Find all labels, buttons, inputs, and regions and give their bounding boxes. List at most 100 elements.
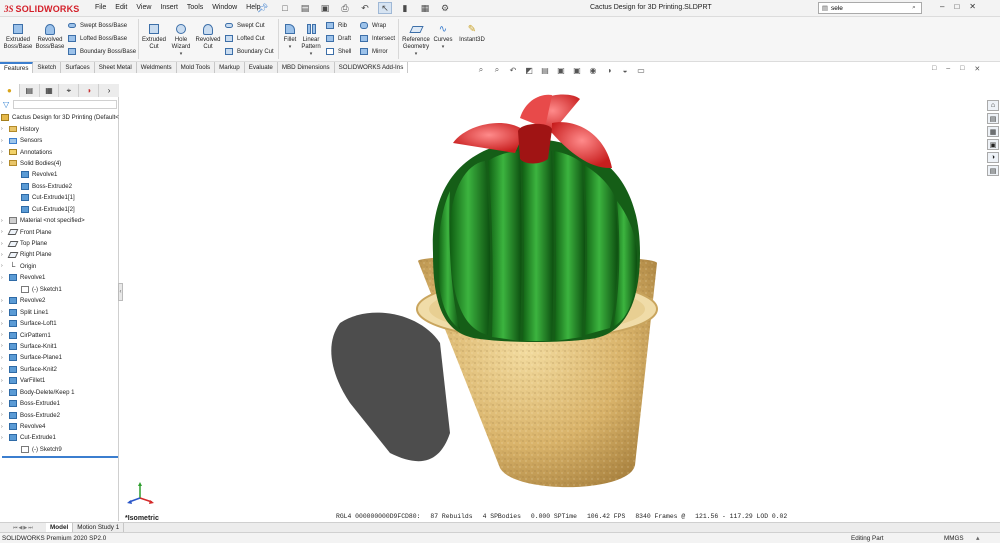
tab-sheet-metal[interactable]: Sheet Metal <box>95 62 137 73</box>
solidworks-resources-icon[interactable]: ⌂ <box>987 100 999 111</box>
expand-arrow-icon[interactable]: › <box>1 343 3 349</box>
tree-item[interactable]: › Boss-Extrude2 <box>0 409 119 420</box>
tree-item[interactable]: › Cut-Extrude1 <box>0 432 119 443</box>
options-gear-icon[interactable]: ⚙ <box>438 2 452 14</box>
hole-wizard-dropdown-icon[interactable]: ▾ <box>167 51 195 58</box>
expand-arrow-icon[interactable]: › <box>1 263 3 269</box>
graphics-area[interactable] <box>120 73 1000 521</box>
undo-icon[interactable]: ↶ <box>358 2 372 14</box>
tree-item[interactable]: › Revolve4 <box>0 421 119 432</box>
status-options-icon[interactable]: ▴ <box>976 534 980 542</box>
linear-pattern-button[interactable]: Linear Pattern ▾ <box>300 20 322 58</box>
tree-item[interactable]: Cut-Extrude1[1] <box>0 192 119 203</box>
view-settings-icon[interactable]: ▭ <box>636 66 646 75</box>
zoom-to-area-icon[interactable]: ⌕ <box>492 65 502 75</box>
tab-features[interactable]: Features <box>0 62 34 73</box>
curves-button[interactable]: ∿ Curves ▾ <box>432 20 454 51</box>
tree-item[interactable]: › Surface-Loft1 <box>0 318 119 329</box>
intersect-button[interactable]: Intersect <box>359 34 395 43</box>
viewport-restore-icon[interactable]: □ <box>932 65 936 73</box>
panel-expand-icon[interactable]: › <box>99 84 119 97</box>
print-icon[interactable]: ⎙ <box>338 2 352 14</box>
tab-motion-study-1[interactable]: Motion Study 1 <box>73 522 125 533</box>
expand-arrow-icon[interactable]: › <box>1 241 3 247</box>
expand-arrow-icon[interactable]: › <box>1 229 3 235</box>
zoom-to-fit-icon[interactable]: ⌕ <box>476 65 486 75</box>
dimxpertmanager-tab-icon[interactable]: ⌖ <box>59 84 80 97</box>
tab-model[interactable]: Model <box>46 522 74 533</box>
minimize-icon[interactable]: ‒ <box>940 2 944 11</box>
menu-file[interactable]: File <box>95 4 106 11</box>
viewport-minimize-icon[interactable]: ‒ <box>946 65 950 73</box>
expand-arrow-icon[interactable]: › <box>1 138 3 144</box>
tab-solidworks-add-ins[interactable]: SOLIDWORKS Add-Ins <box>335 62 409 73</box>
tree-item[interactable]: › Annotations <box>0 146 119 157</box>
tab-weldments[interactable]: Weldments <box>137 62 177 73</box>
custom-properties-icon[interactable]: ▤ <box>987 165 999 176</box>
expand-arrow-icon[interactable]: › <box>1 298 3 304</box>
expand-arrow-icon[interactable]: › <box>1 321 3 327</box>
tab-evaluate[interactable]: Evaluate <box>245 62 278 73</box>
menu-tools[interactable]: Tools <box>187 4 203 11</box>
expand-arrow-icon[interactable]: › <box>1 412 3 418</box>
instant3d-button[interactable]: ✎ Instant3D <box>457 20 487 44</box>
menu-insert[interactable]: Insert <box>160 4 178 11</box>
tree-item[interactable]: Revolve1 <box>0 169 119 180</box>
view-orientation-icon[interactable]: ▣ <box>556 66 566 75</box>
wrap-button[interactable]: Wrap <box>359 21 386 30</box>
tab-mbd-dimensions[interactable]: MBD Dimensions <box>278 62 335 73</box>
tree-item[interactable]: (-) Sketch1 <box>0 284 119 295</box>
fillet-dropdown-icon[interactable]: ▾ <box>280 44 300 51</box>
select-cursor-icon[interactable]: ↖ <box>378 2 392 14</box>
configurationmanager-tab-icon[interactable]: ▦ <box>40 84 60 97</box>
search-input[interactable] <box>831 4 909 12</box>
prev-tab-icon[interactable]: ◀ <box>19 525 23 531</box>
draft-button[interactable]: Draft <box>325 34 351 43</box>
filter-icon[interactable]: ▽ <box>3 100 13 109</box>
file-properties-icon[interactable]: ▦ <box>418 2 432 14</box>
tree-item[interactable]: › History <box>0 123 119 134</box>
tree-item[interactable]: › Front Plane <box>0 226 119 237</box>
tree-item[interactable]: › Body-Delete/Keep 1 <box>0 387 119 398</box>
extruded-cut-button[interactable]: Extruded Cut <box>140 20 168 51</box>
tree-item[interactable]: › Top Plane <box>0 238 119 249</box>
rollback-bar[interactable] <box>2 456 118 458</box>
swept-boss-button[interactable]: Swept Boss/Base <box>67 21 127 30</box>
viewport-maximize-icon[interactable]: □ <box>960 65 964 73</box>
extruded-boss-button[interactable]: Extruded Boss/Base <box>3 20 33 51</box>
featuremanager-tab-icon[interactable]: ● <box>0 84 20 97</box>
tree-item[interactable]: › └ Origin <box>0 261 119 272</box>
save-icon[interactable]: ▣ <box>318 2 332 14</box>
expand-arrow-icon[interactable]: › <box>1 424 3 430</box>
section-view-icon[interactable]: ◩ <box>524 66 534 75</box>
tab-sketch[interactable]: Sketch <box>33 62 62 73</box>
tree-item[interactable]: › Revolve1 <box>0 272 119 283</box>
previous-view-icon[interactable]: ↶ <box>508 66 518 75</box>
tree-item[interactable]: › Surface-Knit1 <box>0 341 119 352</box>
viewport-close-icon[interactable]: ✕ <box>974 65 980 73</box>
panel-collapse-handle[interactable]: ‹ <box>118 283 123 301</box>
new-document-icon[interactable]: □ <box>278 2 292 14</box>
edit-appearance-icon[interactable]: ◑ <box>604 66 614 75</box>
boundary-cut-button[interactable]: Boundary Cut <box>224 47 274 56</box>
tree-item[interactable]: › Surface-Knit2 <box>0 364 119 375</box>
tree-item[interactable]: (-) Sketch9 <box>0 444 119 455</box>
apply-scene-icon[interactable]: ◒ <box>620 66 630 75</box>
next-tab-icon[interactable]: ▶ <box>23 525 27 531</box>
tree-item[interactable]: Boss-Extrude2 <box>0 181 119 192</box>
last-tab-icon[interactable]: ⏭ <box>28 525 33 531</box>
display-style-icon[interactable]: ▣ <box>572 66 582 75</box>
tree-root[interactable]: Cactus Design for 3D Printing (Default< <box>0 112 119 123</box>
tab-markup[interactable]: Markup <box>215 62 245 73</box>
revolved-boss-button[interactable]: Revolved Boss/Base <box>35 20 65 51</box>
reference-geometry-dropdown-icon[interactable]: ▾ <box>400 51 432 58</box>
search-icon[interactable]: ⌕ <box>909 4 919 12</box>
appearances-icon[interactable]: ◑ <box>987 152 999 163</box>
menu-edit[interactable]: Edit <box>115 4 127 11</box>
design-library-icon[interactable]: ▤ <box>987 113 999 124</box>
hide-show-items-icon[interactable]: ◉ <box>588 66 598 75</box>
expand-arrow-icon[interactable]: › <box>1 435 3 441</box>
tree-item[interactable]: › Material <not specified> <box>0 215 119 226</box>
tree-item[interactable]: › Boss-Extrude1 <box>0 398 119 409</box>
tab-surfaces[interactable]: Surfaces <box>61 62 95 73</box>
